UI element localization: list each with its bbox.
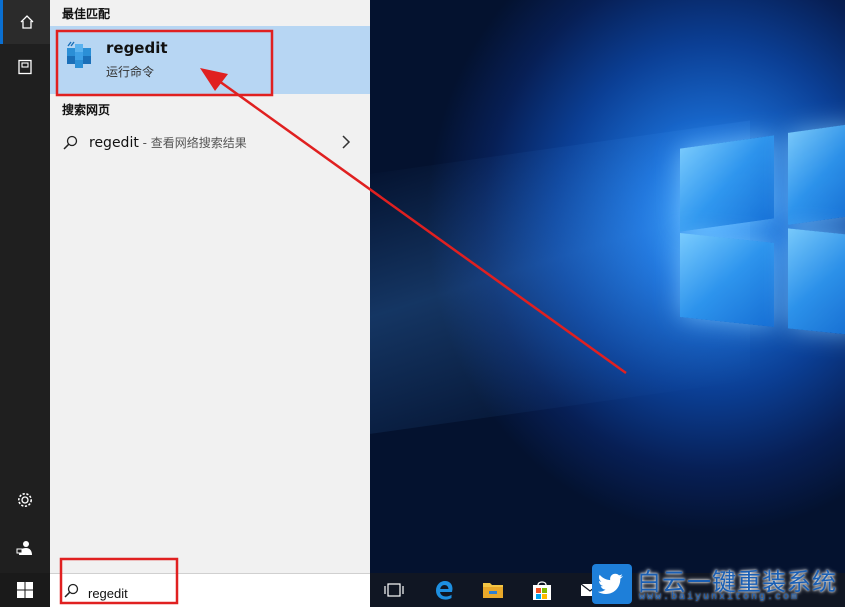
- window-logo-pane-bottom-left: [680, 233, 774, 327]
- best-match-subtitle: 运行命令: [106, 63, 154, 80]
- home-icon: [19, 14, 35, 30]
- watermark: 白云一键重装系统 www.baiyunxitong.com: [590, 561, 845, 607]
- web-search-result[interactable]: regedit - 查看网络搜索结果: [50, 127, 370, 159]
- edge-button[interactable]: [424, 573, 464, 607]
- search-icon: [63, 583, 79, 599]
- notebook-button[interactable]: [0, 45, 50, 89]
- notebook-icon: [17, 59, 33, 75]
- feedback-button[interactable]: [0, 526, 50, 570]
- best-match-name: regedit: [106, 39, 168, 57]
- best-match-result[interactable]: regedit 运行命令: [50, 26, 370, 94]
- feedback-icon: [16, 539, 34, 557]
- desktop-wallpaper: [370, 0, 845, 573]
- chevron-right-icon[interactable]: [341, 135, 351, 149]
- settings-button[interactable]: [0, 478, 50, 522]
- web-search-query: regedit: [89, 135, 139, 151]
- store-button[interactable]: [522, 573, 562, 607]
- window-logo-pane-bottom-right: [788, 228, 845, 335]
- file-explorer-button[interactable]: [473, 573, 513, 607]
- window-logo-pane-top-right: [788, 123, 845, 225]
- start-left-rail: [0, 0, 50, 573]
- edge-icon: [433, 579, 455, 601]
- web-search-hint: - 查看网络搜索结果: [139, 136, 247, 150]
- settings-icon: [16, 491, 34, 509]
- web-search-text: regedit - 查看网络搜索结果: [89, 134, 247, 151]
- watermark-url: www.baiyunxitong.com: [639, 592, 799, 603]
- start-button[interactable]: [0, 573, 50, 607]
- taskbar-search-box[interactable]: [50, 573, 370, 607]
- web-search-heading: 搜索网页: [62, 101, 110, 118]
- window-logo-pane-top-left: [680, 135, 774, 231]
- task-view-icon: [384, 582, 404, 598]
- search-icon: [62, 135, 78, 151]
- twitter-bird-logo-icon: [592, 564, 632, 604]
- regedit-icon: [64, 40, 94, 70]
- windows-start-icon: [16, 581, 34, 599]
- search-results-panel: 最佳匹配 regedit 运行命令 搜索网页 regedit - 查看网络搜索结…: [50, 0, 370, 573]
- file-explorer-icon: [482, 580, 504, 600]
- home-button[interactable]: [0, 0, 50, 44]
- search-input[interactable]: [88, 583, 358, 603]
- task-view-button[interactable]: [374, 573, 414, 607]
- best-match-heading: 最佳匹配: [62, 5, 110, 22]
- store-icon: [531, 579, 553, 601]
